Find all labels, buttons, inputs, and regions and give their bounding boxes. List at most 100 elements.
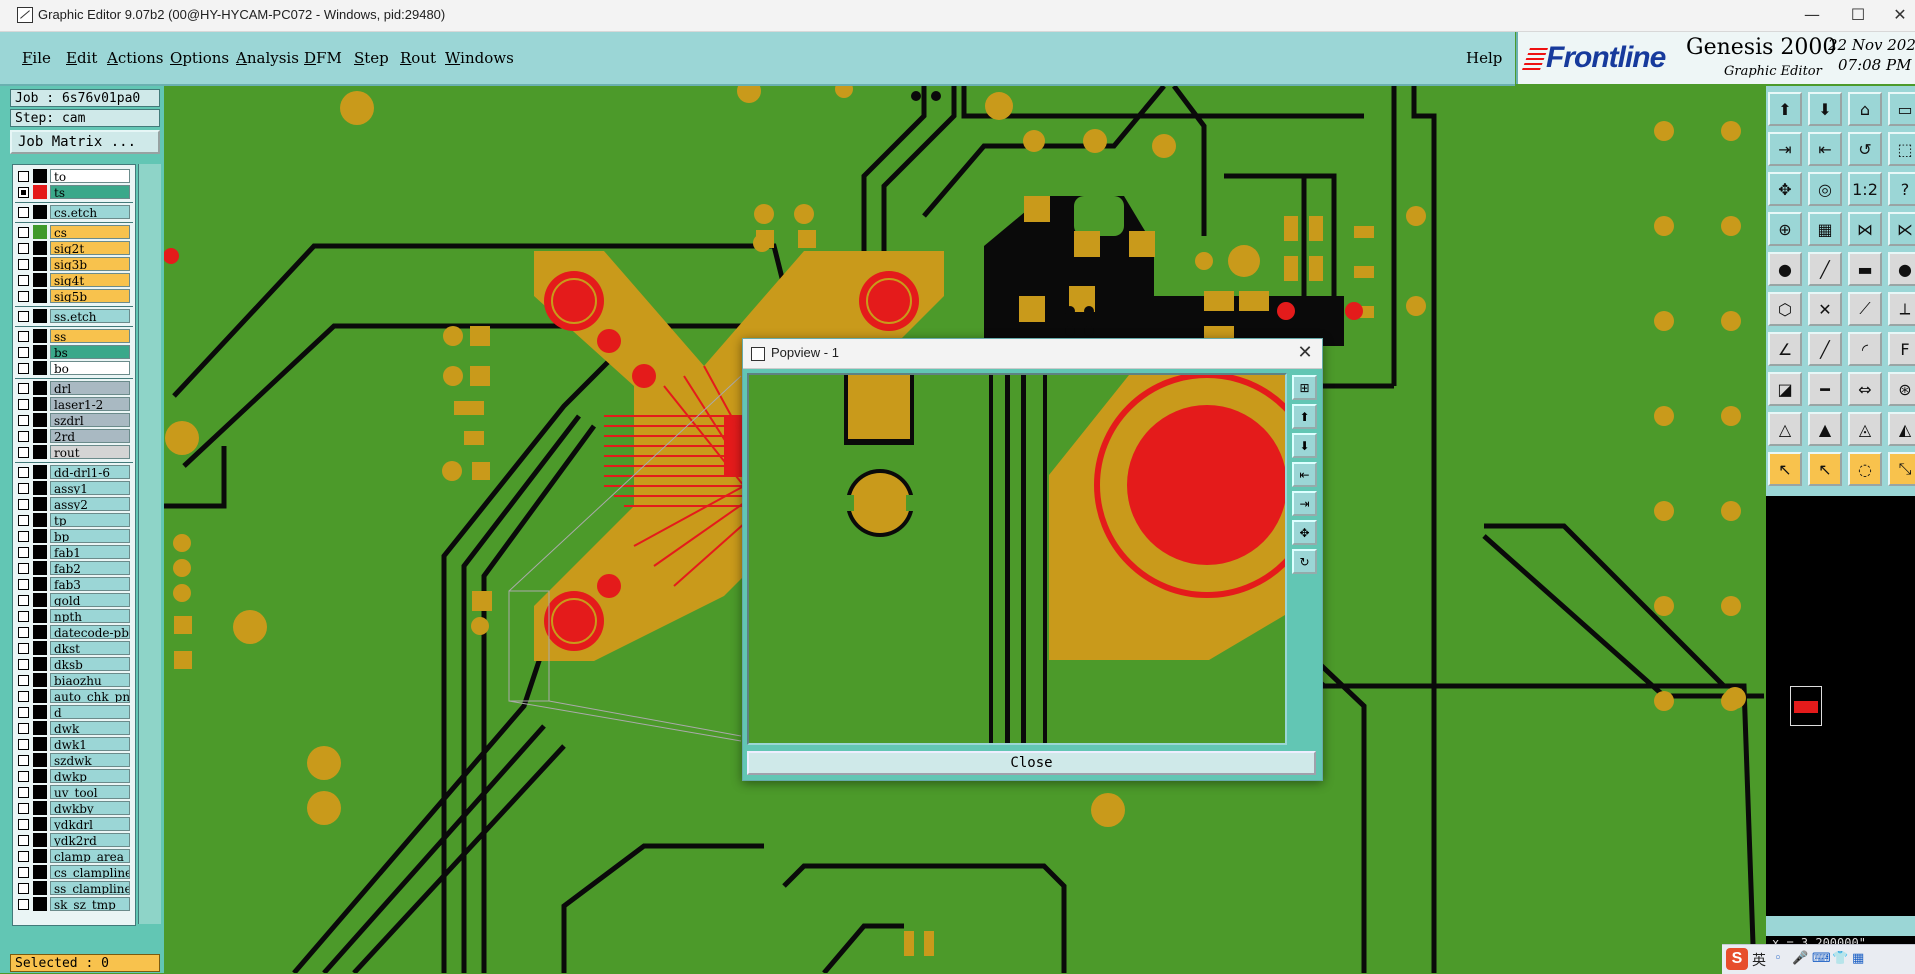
layer-color-swatch[interactable] <box>33 737 47 751</box>
layer-row[interactable]: gold <box>15 593 133 607</box>
layer-row[interactable]: dwk1 <box>15 737 133 751</box>
layer-checkbox[interactable] <box>18 447 29 458</box>
popview-center-icon[interactable]: ✥ <box>1292 520 1317 545</box>
layer-row[interactable]: fab3 <box>15 577 133 591</box>
layer-color-swatch[interactable] <box>33 241 47 255</box>
layer-name[interactable]: drl <box>50 381 130 395</box>
layer-row[interactable]: npth <box>15 609 133 623</box>
layer-color-swatch[interactable] <box>33 513 47 527</box>
layer-checkbox[interactable] <box>18 883 29 894</box>
skin-icon[interactable]: 👕 <box>1832 951 1848 966</box>
layer-checkbox[interactable] <box>18 331 29 342</box>
layer-row[interactable]: 2rd <box>15 429 133 443</box>
layer-checkbox[interactable] <box>18 739 29 750</box>
layer-color-swatch[interactable] <box>33 881 47 895</box>
menu-options[interactable]: Options <box>170 49 229 67</box>
layer-checkbox[interactable] <box>18 383 29 394</box>
connect-icon[interactable]: ⟂ <box>1888 292 1915 326</box>
save-job-icon[interactable]: ⬇ <box>1808 92 1842 126</box>
layer-checkbox[interactable] <box>18 415 29 426</box>
layer-checkbox[interactable] <box>18 515 29 526</box>
layer-name[interactable]: ss.etch <box>50 309 130 323</box>
line-icon[interactable]: ╱ <box>1808 252 1842 286</box>
select-icon[interactable]: ↖ <box>1808 452 1842 486</box>
layer-checkbox[interactable] <box>18 707 29 718</box>
layer-color-swatch[interactable] <box>33 465 47 479</box>
text-icon[interactable]: F <box>1888 332 1915 366</box>
arc-icon[interactable]: ◜ <box>1848 332 1882 366</box>
layer-row[interactable]: biaozhu <box>15 673 133 687</box>
layer-color-swatch[interactable] <box>33 689 47 703</box>
window-icon[interactable]: ▭ <box>1888 92 1915 126</box>
layer-checkbox[interactable] <box>18 595 29 606</box>
layer-row[interactable]: tp <box>15 513 133 527</box>
layer-row[interactable]: fab1 <box>15 545 133 559</box>
popview-pan-right-icon[interactable]: ⇥ <box>1292 491 1317 516</box>
layer-checkbox[interactable] <box>18 803 29 814</box>
layer-row[interactable]: auto_chk_pn <box>15 689 133 703</box>
layer-row[interactable]: ss.etch <box>15 309 133 323</box>
layer-checkbox[interactable] <box>18 207 29 218</box>
layer-checkbox[interactable] <box>18 691 29 702</box>
layer-checkbox[interactable] <box>18 531 29 542</box>
move-icon[interactable]: ⇔ <box>1848 372 1882 406</box>
menu-rout[interactable]: Rout <box>400 49 436 67</box>
layer-color-swatch[interactable] <box>33 769 47 783</box>
punctuation-icon[interactable]: ◦ <box>1774 951 1782 966</box>
layer-row[interactable]: assy2 <box>15 497 133 511</box>
layer-name[interactable]: rout <box>50 445 130 459</box>
layer-checkbox[interactable] <box>18 755 29 766</box>
menu-edit[interactable]: Edit <box>66 49 97 67</box>
ime-language[interactable]: 英 <box>1752 950 1766 970</box>
layer-row[interactable]: dwkby <box>15 801 133 815</box>
microphone-icon[interactable]: 🎤 <box>1792 951 1808 966</box>
layer-color-swatch[interactable] <box>33 593 47 607</box>
pointer-icon[interactable]: ↖ <box>1768 452 1802 486</box>
layer-checkbox[interactable] <box>18 771 29 782</box>
layer-name[interactable]: bo <box>50 361 130 375</box>
dash-icon[interactable]: ▬ <box>1848 252 1882 286</box>
layer-name[interactable]: ss_clampline <box>50 881 130 895</box>
layer-checkbox[interactable] <box>18 611 29 622</box>
layer-row[interactable]: sk_sz_tmp <box>15 897 133 911</box>
tri4-icon[interactable]: ◭ <box>1888 412 1915 446</box>
layer-name[interactable]: dksb <box>50 657 130 671</box>
layer-name[interactable]: cs_clampline <box>50 865 130 879</box>
layer-color-swatch[interactable] <box>33 865 47 879</box>
layer-name[interactable]: sig4t <box>50 273 130 287</box>
layer-row[interactable]: d <box>15 705 133 719</box>
layer-name[interactable]: ydkdrl <box>50 817 130 831</box>
layer-color-swatch[interactable] <box>33 345 47 359</box>
layer-name[interactable]: bp <box>50 529 130 543</box>
node-icon[interactable]: ⬡ <box>1768 292 1802 326</box>
layer-color-swatch[interactable] <box>33 801 47 815</box>
layer-color-swatch[interactable] <box>33 257 47 271</box>
layer-checkbox[interactable] <box>18 627 29 638</box>
layer-name[interactable]: sk_sz_tmp <box>50 897 130 911</box>
popview-zoom-out-icon[interactable]: ⬇ <box>1292 433 1317 458</box>
layer-color-swatch[interactable] <box>33 657 47 671</box>
diagonal-icon[interactable]: ╱ <box>1808 332 1842 366</box>
layer-color-swatch[interactable] <box>33 817 47 831</box>
layer-color-swatch[interactable] <box>33 785 47 799</box>
layer-checkbox[interactable] <box>18 819 29 830</box>
layer-row[interactable]: dd-drl1-6 <box>15 465 133 479</box>
layer-row[interactable]: ydkdrl <box>15 817 133 831</box>
zoom-out-icon[interactable]: ⇤ <box>1808 132 1842 166</box>
layer-name[interactable]: laser1-2 <box>50 397 130 411</box>
layer-name[interactable]: sig2t <box>50 241 130 255</box>
layer-checkbox[interactable] <box>18 851 29 862</box>
popview-pan-left-icon[interactable]: ⇤ <box>1292 462 1317 487</box>
dot-icon[interactable]: ● <box>1888 252 1915 286</box>
layer-name[interactable]: uv_tool <box>50 785 130 799</box>
layer-row[interactable]: ts <box>15 185 133 199</box>
tri3-icon[interactable]: ◬ <box>1848 412 1882 446</box>
layer-checkbox[interactable] <box>18 563 29 574</box>
layer-name[interactable]: to <box>50 169 130 183</box>
grid-icon[interactable]: ▦ <box>1808 212 1842 246</box>
tri2-icon[interactable]: ▲ <box>1808 412 1842 446</box>
query-icon[interactable]: ? <box>1888 172 1915 206</box>
layer-checkbox[interactable] <box>18 399 29 410</box>
layer-name[interactable]: clamp_area <box>50 849 130 863</box>
overview-map[interactable] <box>1766 496 1915 916</box>
